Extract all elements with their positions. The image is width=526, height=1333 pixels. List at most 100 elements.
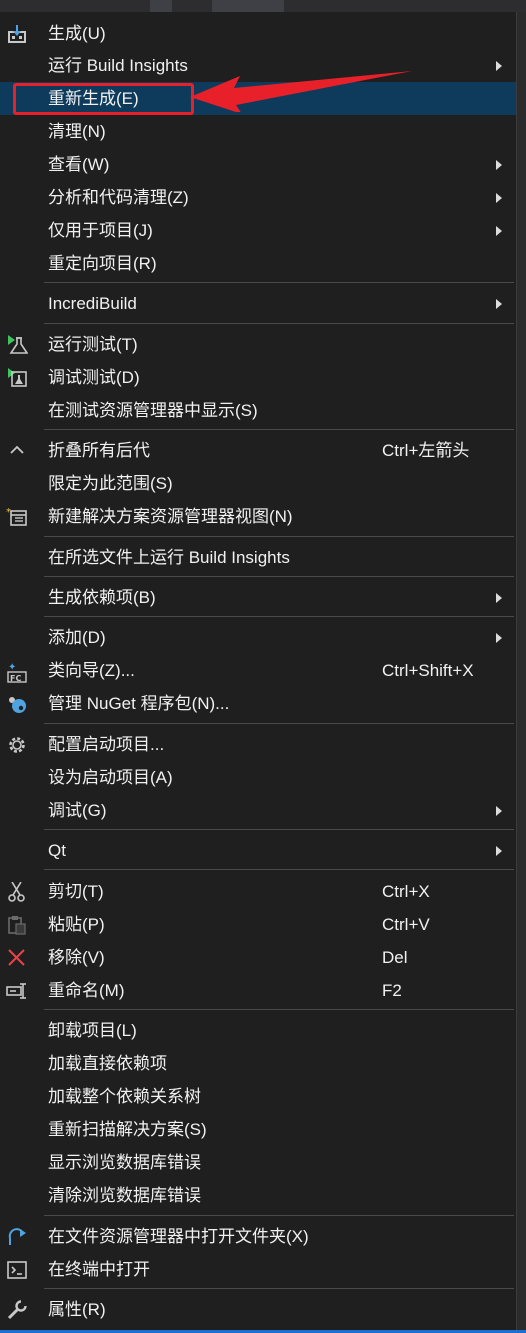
menu-separator	[44, 536, 514, 537]
menu-item[interactable]: 生成依赖项(B)	[0, 581, 516, 614]
menu-item-shortcut: Ctrl+左箭头	[382, 441, 470, 460]
menu-item-label: 折叠所有后代	[48, 441, 150, 460]
menu-item[interactable]: 属性(R)	[0, 1293, 516, 1326]
menu-item[interactable]: * 新建解决方案资源管理器视图(N)	[0, 500, 516, 533]
menu-item-label: 限定为此范围(S)	[48, 474, 173, 493]
submenu-arrow-icon	[496, 160, 502, 170]
menu-item-label: 属性(R)	[48, 1300, 106, 1319]
menu-item[interactable]: 移除(V) Del	[0, 941, 516, 974]
debug-test-flask-icon	[6, 368, 28, 388]
menu-item[interactable]: 显示浏览数据库错误	[0, 1146, 516, 1179]
menu-item[interactable]: 设为启动项目(A)	[0, 761, 516, 794]
menu-item[interactable]: 管理 NuGet 程序包(N)...	[0, 687, 516, 720]
submenu-arrow-icon	[496, 593, 502, 603]
menu-item[interactable]: 重新扫描解决方案(S)	[0, 1113, 516, 1146]
menu-item-shortcut: Del	[382, 948, 408, 967]
menu-separator	[44, 829, 514, 830]
menu-item[interactable]: 生成(U)	[0, 17, 516, 50]
menu-item-label: 运行 Build Insights	[48, 56, 188, 75]
menu-item-label: 加载整个依赖关系树	[48, 1087, 201, 1106]
menu-separator	[44, 1215, 514, 1216]
menu-item[interactable]: 配置启动项目...	[0, 728, 516, 761]
menu-item[interactable]: 分析和代码清理(Z)	[0, 181, 516, 214]
menu-item-label: 添加(D)	[48, 628, 106, 647]
menu-item-label: 生成依赖项(B)	[48, 588, 156, 607]
class-wizard-icon: ✦ FC	[6, 661, 28, 683]
menu-separator	[44, 1288, 514, 1289]
rename-icon	[6, 981, 28, 1001]
menu-item[interactable]: 查看(W)	[0, 148, 516, 181]
context-menu: 生成(U) 运行 Build Insights 重新生成(E) 清理(N) 查看(W) 分…	[0, 12, 517, 1330]
menu-item-label: 查看(W)	[48, 155, 110, 174]
new-view-icon: *	[6, 507, 28, 527]
chevron-up-icon	[6, 441, 28, 461]
menu-item[interactable]: 折叠所有后代 Ctrl+左箭头	[0, 434, 516, 467]
menu-item[interactable]: IncrediBuild	[0, 287, 516, 320]
menu-item[interactable]: 在终端中打开	[0, 1253, 516, 1286]
menu-item[interactable]: 粘贴(P) Ctrl+V	[0, 908, 516, 941]
menu-separator	[44, 1009, 514, 1010]
menu-item[interactable]: 重定向项目(R)	[0, 247, 516, 280]
annotation-highlight-box	[13, 83, 194, 115]
menu-item[interactable]: 调试测试(D)	[0, 361, 516, 394]
close-icon	[6, 948, 28, 968]
submenu-arrow-icon	[496, 226, 502, 236]
nuget-icon	[6, 694, 28, 714]
menu-item-label: 生成(U)	[48, 24, 106, 43]
menu-item-label: 在所选文件上运行 Build Insights	[48, 548, 290, 567]
menu-item-label: 加载直接依赖项	[48, 1054, 167, 1073]
menu-separator	[44, 616, 514, 617]
menu-item[interactable]: 限定为此范围(S)	[0, 467, 516, 500]
menu-item-label: IncrediBuild	[48, 294, 137, 313]
menu-item[interactable]: 在所选文件上运行 Build Insights	[0, 541, 516, 574]
menu-item[interactable]: 清除浏览数据库错误	[0, 1179, 516, 1212]
menu-item-label: 调试(G)	[48, 801, 107, 820]
menu-item-label: 在测试资源管理器中显示(S)	[48, 401, 258, 420]
build-icon	[6, 24, 28, 44]
submenu-arrow-icon	[496, 61, 502, 71]
menu-item-label: 新建解决方案资源管理器视图(N)	[48, 507, 293, 526]
menu-separator	[44, 282, 514, 283]
menu-item-label: 剪切(T)	[48, 882, 104, 901]
menu-item[interactable]: ✦ FC 类向导(Z)... Ctrl+Shift+X	[0, 654, 516, 687]
menu-item[interactable]: 在文件资源管理器中打开文件夹(X)	[0, 1220, 516, 1253]
menu-item-label: 类向导(Z)...	[48, 661, 135, 680]
menu-item-label: 配置启动项目...	[48, 735, 165, 754]
menu-item-label: 设为启动项目(A)	[48, 768, 173, 787]
menu-item[interactable]: 清理(N)	[0, 115, 516, 148]
menu-item-label: 分析和代码清理(Z)	[48, 188, 189, 207]
menu-item-label: 重新扫描解决方案(S)	[48, 1120, 207, 1139]
menu-item-label: 卸载项目(L)	[48, 1021, 137, 1040]
toolbar-fragment	[150, 0, 172, 12]
submenu-arrow-icon	[496, 299, 502, 309]
menu-item[interactable]: 加载整个依赖关系树	[0, 1080, 516, 1113]
run-test-flask-icon	[6, 335, 29, 355]
menu-item-label: 重命名(M)	[48, 981, 125, 1000]
menu-item[interactable]: 添加(D)	[0, 621, 516, 654]
menu-item[interactable]: 卸载项目(L)	[0, 1014, 516, 1047]
gear-icon	[6, 735, 28, 755]
menu-item-label: 清除浏览数据库错误	[48, 1186, 201, 1205]
menu-item[interactable]: 重命名(M) F2	[0, 974, 516, 1007]
menu-item[interactable]: 加载直接依赖项	[0, 1047, 516, 1080]
menu-item[interactable]: 剪切(T) Ctrl+X	[0, 875, 516, 908]
submenu-arrow-icon	[496, 633, 502, 643]
toolbar-fragment	[212, 0, 284, 12]
menu-separator	[44, 869, 514, 870]
menu-item[interactable]: 调试(G)	[0, 794, 516, 827]
menu-separator	[44, 576, 514, 577]
menu-item-shortcut: Ctrl+Shift+X	[382, 661, 474, 680]
menu-item-label: 运行测试(T)	[48, 335, 138, 354]
menu-item[interactable]: 仅用于项目(J)	[0, 214, 516, 247]
menu-item[interactable]: 运行测试(T)	[0, 328, 516, 361]
menu-item-shortcut: Ctrl+V	[382, 915, 430, 934]
menu-item[interactable]: Qt	[0, 834, 516, 867]
menu-item-label: 仅用于项目(J)	[48, 221, 153, 240]
menu-item-shortcut: F2	[382, 981, 402, 1000]
menu-item-label: 清理(N)	[48, 122, 106, 141]
submenu-arrow-icon	[496, 806, 502, 816]
menu-item-label: 在终端中打开	[48, 1260, 150, 1279]
scrollbar[interactable]	[517, 12, 526, 1330]
menu-item[interactable]: 在测试资源管理器中显示(S)	[0, 394, 516, 427]
menu-item-label: 移除(V)	[48, 948, 105, 967]
